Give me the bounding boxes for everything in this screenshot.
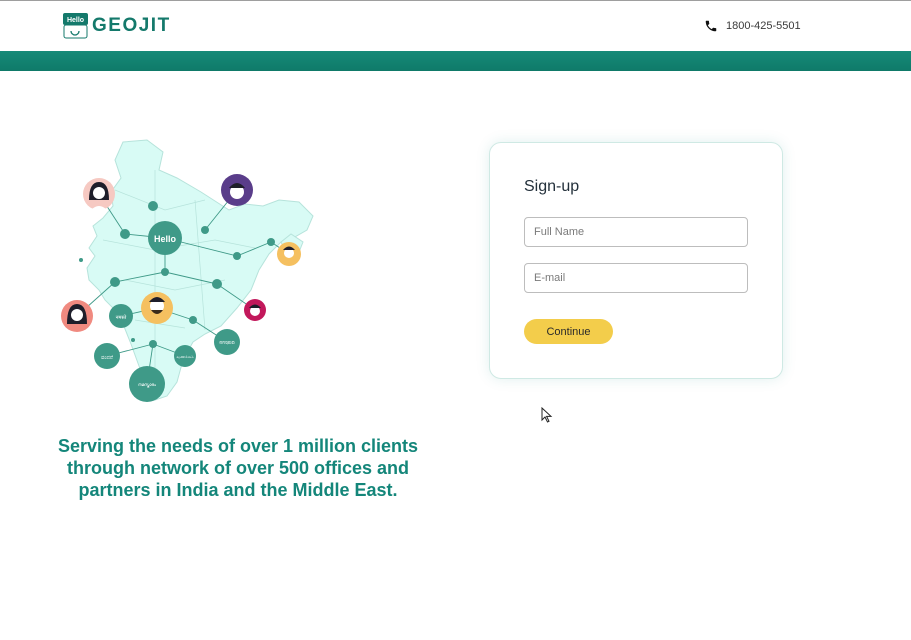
logo-text: GEOJIT <box>92 15 171 36</box>
language-bubble-4: வணக்கம் <box>176 354 193 359</box>
signup-card: Sign-up Continue <box>489 142 783 379</box>
full-name-input[interactable] <box>524 217 748 247</box>
site-header: Hello GEOJIT 1800-425-5501 <box>0 1 911 51</box>
language-bubble-2: ವಂದನೆ <box>101 355 113 361</box>
phone-number: 1800-425-5501 <box>726 20 801 32</box>
india-network-illustration: Hello नमस्ते ವಂದನೆ നമസ്കാരം வணக்கம் ନମସ୍… <box>55 130 325 410</box>
hello-bubble-label: Hello <box>154 234 177 244</box>
phone-contact[interactable]: 1800-425-5501 <box>704 19 801 33</box>
avatar-woman-left-icon <box>61 300 93 332</box>
avatar-woman-top-left-icon <box>83 178 115 210</box>
email-input[interactable] <box>524 263 748 293</box>
geojit-logo[interactable]: Hello GEOJIT <box>63 13 171 39</box>
avatar-man-right-icon <box>277 242 301 266</box>
language-bubble-1: नमस्ते <box>116 314 127 321</box>
teal-banner <box>0 51 911 71</box>
phone-icon <box>705 20 717 32</box>
avatar-girl-top-right-icon <box>221 174 253 206</box>
logo-badge-text: Hello <box>67 17 84 24</box>
continue-button[interactable]: Continue <box>524 319 613 344</box>
mouse-cursor-icon <box>541 407 553 423</box>
avatar-man-center-icon <box>141 292 173 324</box>
signup-title: Sign-up <box>524 178 580 195</box>
tagline: Serving the needs of over 1 million clie… <box>57 436 419 500</box>
avatar-woman-east-icon <box>244 299 266 321</box>
india-map: Hello नमस्ते ವಂದನೆ നമസ്കാരം வணக்கம் ନମସ୍… <box>61 139 314 402</box>
hello-badge-icon: Hello <box>63 13 88 39</box>
